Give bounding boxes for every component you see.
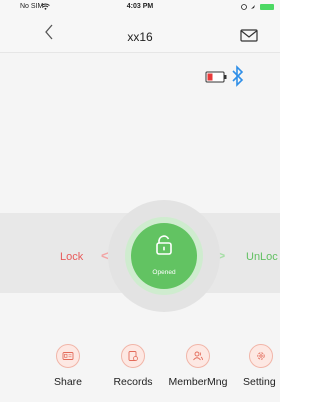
lock-rotation-icon — [241, 4, 247, 10]
member-management-label: MemberMng — [168, 376, 228, 388]
records-icon — [128, 351, 138, 361]
records-label: Records — [113, 376, 153, 388]
member-management-button[interactable]: MemberMng — [166, 344, 230, 394]
message-button[interactable] — [240, 28, 260, 44]
bluetooth-icon — [231, 65, 245, 92]
records-button[interactable]: Records — [101, 344, 165, 394]
page-title: xx16 — [127, 30, 153, 44]
clock-label: 4:03 PM — [126, 3, 154, 10]
share-label: Share — [53, 376, 83, 388]
members-icon — [193, 351, 203, 361]
status-bar: No SIM 4:03 PM — [0, 0, 280, 14]
battery-status-icon — [260, 4, 274, 10]
share-icon-circle — [56, 344, 80, 368]
settings-label: Setting — [243, 376, 276, 388]
lock-label[interactable]: Lock — [60, 251, 83, 263]
envelope-icon — [240, 29, 258, 42]
id-card-icon — [62, 352, 74, 360]
location-icon — [251, 5, 255, 9]
settings-icon-circle — [249, 344, 273, 368]
unlock-label[interactable]: UnLoc — [246, 251, 278, 263]
navigation-bar: xx16 — [0, 14, 280, 53]
lock-status-label: Opened — [152, 269, 176, 276]
members-icon-circle — [186, 344, 210, 368]
records-icon-circle — [121, 344, 145, 368]
gear-icon — [257, 352, 265, 360]
battery-low-icon — [205, 70, 227, 88]
share-button[interactable]: Share — [36, 344, 100, 394]
lock-toggle-button[interactable]: Opened — [131, 223, 197, 289]
status-icons — [241, 3, 281, 11]
settings-button[interactable]: Setting — [229, 344, 293, 394]
padlock-open-icon — [156, 235, 172, 255]
